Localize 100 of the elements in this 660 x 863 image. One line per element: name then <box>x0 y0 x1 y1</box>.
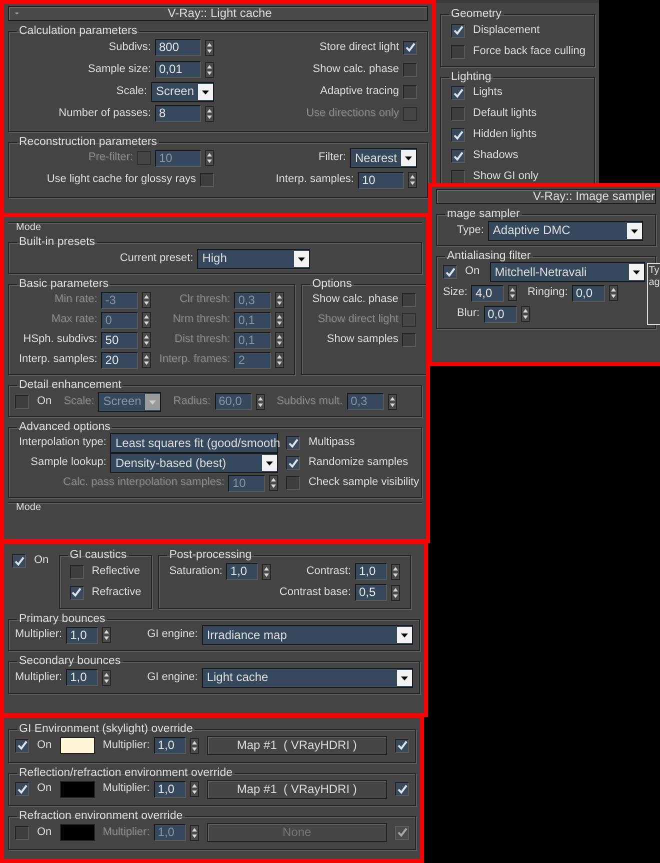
caret-icon <box>294 250 310 266</box>
checkbox[interactable] <box>395 782 409 796</box>
spin-button[interactable] <box>102 670 112 686</box>
checkbox[interactable] <box>451 128 465 142</box>
checkbox[interactable] <box>15 738 29 752</box>
spin-button[interactable] <box>190 824 199 840</box>
spin-button[interactable] <box>205 106 214 122</box>
number-field[interactable]: 10 <box>358 172 404 188</box>
color-swatch[interactable] <box>60 780 95 798</box>
dropdown[interactable]: Irradiance map <box>202 625 413 645</box>
checkbox[interactable] <box>451 86 465 100</box>
collapse-toggle[interactable]: - <box>15 6 19 20</box>
field-label: Saturation: <box>169 564 222 578</box>
checkbox[interactable] <box>286 456 300 470</box>
dropdown[interactable]: Nearest <box>350 148 417 168</box>
spin-button[interactable] <box>256 394 265 410</box>
spin-button[interactable] <box>205 150 214 166</box>
checkbox[interactable] <box>402 293 416 307</box>
number-field[interactable]: 1,0 <box>226 563 258 580</box>
number-field[interactable]: 1,0 <box>66 626 98 644</box>
dropdown[interactable]: Density-based (best) <box>110 453 278 473</box>
spin-button[interactable] <box>262 564 272 580</box>
spin-button[interactable] <box>205 40 214 56</box>
checkbox[interactable] <box>451 44 465 58</box>
checkbox[interactable] <box>15 782 29 796</box>
checkbox-label: On <box>465 265 480 279</box>
number-field[interactable]: 20 <box>101 352 138 368</box>
map-button[interactable]: Map #1 ( VRayHDRI ) <box>206 780 387 798</box>
checkbox[interactable] <box>451 107 465 121</box>
dropdown[interactable]: Screen <box>150 82 214 102</box>
field-label: Filter: <box>318 151 346 165</box>
spin-button[interactable] <box>275 292 284 308</box>
checkbox-label: Adaptive tracing <box>320 84 399 98</box>
map-button[interactable]: Map #1 ( VRayHDRI ) <box>206 736 387 755</box>
checkbox[interactable] <box>403 40 417 54</box>
checkbox[interactable] <box>395 738 409 752</box>
number-field[interactable]: 0,0 <box>484 306 517 322</box>
spin-button[interactable] <box>508 285 518 301</box>
checkbox[interactable] <box>451 149 465 163</box>
spin-button[interactable] <box>142 312 152 328</box>
dropdown[interactable]: High <box>197 248 310 268</box>
spin-button[interactable] <box>390 584 400 600</box>
spin-button[interactable] <box>102 627 112 643</box>
number-field[interactable]: 4,0 <box>471 284 504 302</box>
color-swatch[interactable] <box>60 824 95 841</box>
checkbox[interactable] <box>403 62 417 76</box>
spin-button[interactable] <box>275 332 284 348</box>
number-field[interactable]: 1,0 <box>154 737 186 754</box>
checkbox-label: Show calc. phase <box>312 293 398 307</box>
field-label: Interpolation type: <box>19 436 106 450</box>
dropdown[interactable]: Light cache <box>202 668 413 688</box>
spin-button[interactable] <box>205 62 214 78</box>
group-title: Antialiasing filter <box>447 250 531 262</box>
spin-button[interactable] <box>190 781 199 797</box>
number-field[interactable]: 1,0 <box>354 563 387 580</box>
color-swatch[interactable] <box>60 737 95 754</box>
spin-button[interactable] <box>269 475 278 491</box>
spin-button[interactable] <box>190 738 199 754</box>
number-field[interactable]: 0,0 <box>572 284 605 302</box>
spin-button[interactable] <box>388 394 397 410</box>
rollout-header[interactable]: - V-Ray:: Light cache <box>8 6 428 21</box>
checkbox[interactable] <box>200 173 214 187</box>
checkbox[interactable] <box>286 436 300 450</box>
field-label: Number of passes: <box>58 106 151 120</box>
checkbox[interactable] <box>402 333 416 347</box>
number-field[interactable]: 50 <box>101 332 138 348</box>
spin-button[interactable] <box>275 352 284 368</box>
field-label: GI engine: <box>147 670 198 684</box>
group-title: Post-processing <box>169 549 252 561</box>
checkbox[interactable] <box>403 84 417 98</box>
checkbox[interactable] <box>443 265 457 279</box>
spin-button[interactable] <box>142 332 152 348</box>
checkbox[interactable] <box>286 476 300 490</box>
spin-button[interactable] <box>408 172 417 188</box>
caret-icon <box>401 150 416 166</box>
checkbox[interactable] <box>451 170 465 184</box>
checkbox[interactable] <box>70 564 84 578</box>
spin-button[interactable] <box>608 285 618 301</box>
number-field[interactable]: 8 <box>155 105 201 122</box>
spin-button[interactable] <box>275 312 284 328</box>
checkbox-label: Check sample visibility <box>308 476 420 490</box>
number-field[interactable]: 0,01 <box>155 61 201 78</box>
checkbox[interactable] <box>15 826 29 840</box>
spin-button[interactable] <box>520 306 530 322</box>
dropdown[interactable]: Mitchell-Netravali <box>490 262 645 282</box>
number-field[interactable]: 0,5 <box>354 584 387 601</box>
checkbox[interactable] <box>15 394 29 408</box>
checkbox[interactable] <box>451 24 465 38</box>
dropdown[interactable]: Least squares fit (good/smooth <box>110 433 278 453</box>
spin-button[interactable] <box>390 564 400 580</box>
spin-button[interactable] <box>142 292 152 308</box>
rollout-header[interactable]: V-Ray:: Image sampler <box>436 189 656 204</box>
number-field[interactable]: 1,0 <box>154 780 186 798</box>
checkbox[interactable] <box>12 554 26 568</box>
checkbox-label: Multipass <box>308 436 355 450</box>
number-field[interactable]: 1,0 <box>66 669 98 686</box>
dropdown[interactable]: Adaptive DMC <box>488 220 643 240</box>
number-field[interactable]: 800 <box>155 39 201 56</box>
checkbox[interactable] <box>70 586 84 600</box>
spin-button[interactable] <box>142 352 152 368</box>
